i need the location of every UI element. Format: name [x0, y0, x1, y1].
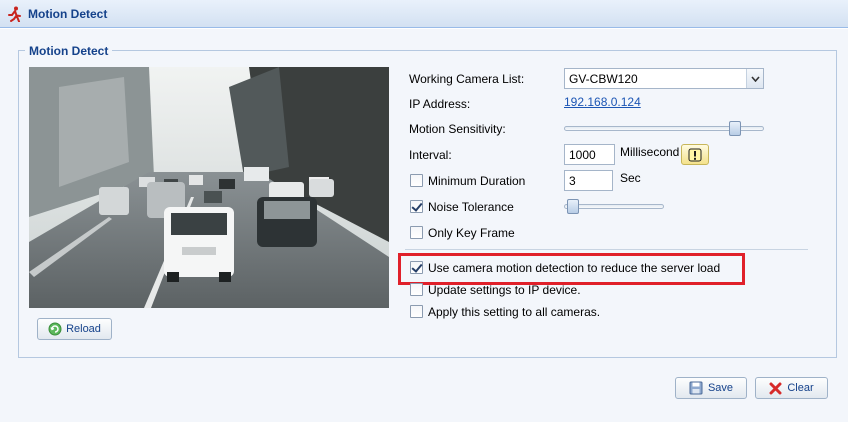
floppy-disk-icon: [689, 381, 703, 395]
camera-motion-detection-checkbox[interactable]: [410, 261, 423, 274]
only-key-frame-checkbox[interactable]: [410, 226, 423, 239]
divider: [405, 249, 808, 250]
working-camera-value: GV-CBW120: [569, 72, 638, 86]
group-legend: Motion Detect: [25, 44, 113, 58]
help-button[interactable]: [681, 144, 709, 165]
runner-icon: [8, 6, 21, 22]
red-x-icon: [769, 382, 782, 394]
save-button[interactable]: Save: [675, 377, 747, 399]
update-ip-device-checkbox[interactable]: [410, 283, 423, 296]
camera-preview-image: [29, 67, 389, 308]
only-key-frame-label: Only Key Frame: [428, 226, 515, 240]
noise-tolerance-label: Noise Tolerance: [428, 200, 514, 214]
minimum-duration-label: Minimum Duration: [428, 174, 526, 188]
reload-button[interactable]: Reload: [37, 318, 112, 340]
noise-tolerance-checkbox[interactable]: [410, 200, 423, 213]
reload-label: Reload: [66, 323, 101, 335]
window-title: Motion Detect: [28, 7, 108, 21]
working-camera-label: Working Camera List:: [409, 72, 525, 86]
minimum-duration-unit: Sec: [620, 171, 641, 185]
ip-address-link[interactable]: 192.168.0.124: [564, 95, 641, 109]
interval-input[interactable]: [564, 144, 615, 165]
interval-unit: Millisecond: [620, 145, 680, 159]
clear-button[interactable]: Clear: [755, 377, 828, 399]
minimum-duration-checkbox[interactable]: [410, 174, 423, 187]
window-titlebar: Motion Detect: [0, 0, 848, 28]
apply-all-cameras-label: Apply this setting to all cameras.: [428, 305, 601, 319]
motion-sensitivity-label: Motion Sensitivity:: [409, 122, 506, 136]
save-label: Save: [707, 382, 734, 394]
refresh-icon: [48, 322, 62, 336]
interval-label: Interval:: [409, 148, 452, 162]
chevron-down-icon[interactable]: [746, 69, 763, 88]
working-camera-select[interactable]: GV-CBW120: [564, 68, 764, 89]
camera-motion-detection-label: Use camera motion detection to reduce th…: [428, 261, 721, 275]
noise-tolerance-slider-thumb[interactable]: [566, 199, 579, 214]
update-ip-device-label: Update settings to IP device.: [428, 283, 581, 297]
minimum-duration-input[interactable]: [564, 170, 613, 191]
ip-address-label: IP Address:: [409, 97, 471, 111]
noise-tolerance-slider[interactable]: [564, 204, 664, 209]
motion-sensitivity-slider-thumb[interactable]: [729, 121, 742, 136]
apply-all-cameras-checkbox[interactable]: [410, 305, 423, 318]
clear-label: Clear: [787, 382, 814, 394]
exclamation-icon: [688, 148, 702, 161]
